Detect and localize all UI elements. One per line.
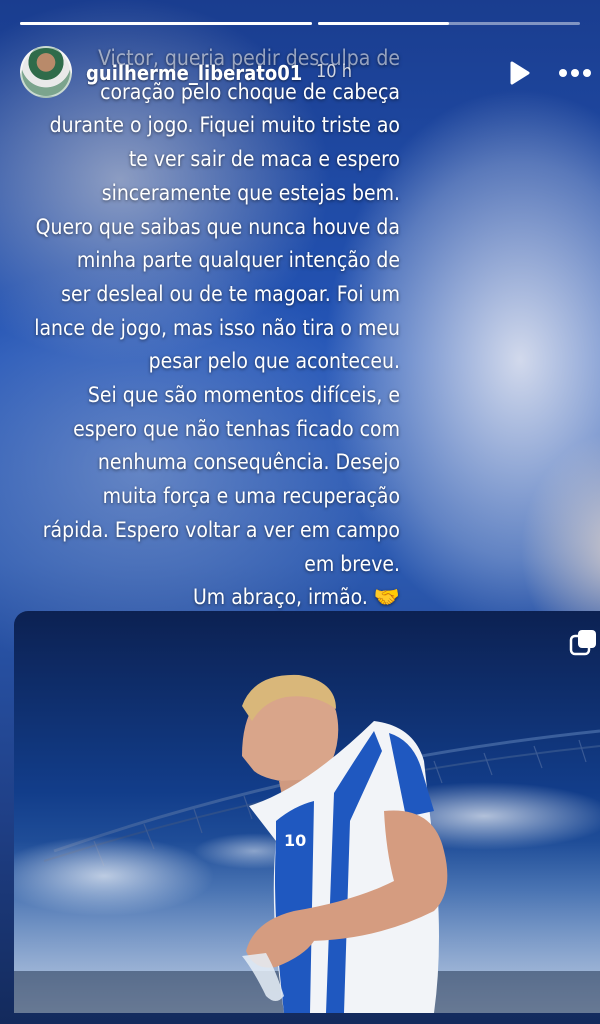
story-progress-fill-1 [20, 22, 312, 25]
multiple-media-icon [569, 630, 596, 656]
more-options-icon[interactable] [555, 58, 595, 88]
caption-line: rápida. Espero voltar a ver em campo [42, 517, 400, 542]
caption-line: pesar pelo que aconteceu. [148, 349, 400, 374]
shared-post-photo[interactable]: 10 [14, 611, 600, 1013]
story-progress-fill-2 [318, 22, 449, 25]
caption-line: Quero que saibas que nunca houve da [35, 214, 400, 239]
play-icon[interactable] [504, 58, 534, 88]
caption-line: te ver sair de maca e espero [128, 147, 400, 172]
caption-line: ser desleal ou de te magoar. Foi um [61, 281, 400, 306]
player-photo-illustration: 10 [14, 674, 600, 1013]
story-timestamp: 10 h [316, 61, 353, 82]
jersey-number: 10 [284, 831, 306, 850]
caption-line: nenhuma consequência. Desejo [97, 450, 400, 475]
story-username[interactable]: guilherme_liberato01 [86, 61, 302, 85]
caption-line: durante o jogo. Fiquei muito triste ao [49, 113, 400, 138]
caption-line: espero que não tenhas ficado com [73, 416, 400, 441]
story-caption: Victor, queria pedir desculpa de coração… [30, 42, 400, 615]
caption-line: Sei que são momentos difíceis, e [87, 383, 400, 408]
profile-avatar[interactable] [20, 46, 72, 98]
caption-line: lance de jogo, mas isso não tira o meu [34, 315, 400, 340]
caption-line: sinceramente que estejas bem. [101, 180, 400, 205]
caption-line: minha parte qualquer intenção de [76, 248, 400, 273]
story-progress-2 [318, 22, 580, 25]
caption-line: em breve. [304, 551, 400, 576]
caption-line: Um abraço, irmão. 🤝 [192, 585, 400, 610]
story-progress-1 [20, 22, 312, 25]
caption-line: muita força e uma recuperação [102, 484, 400, 509]
